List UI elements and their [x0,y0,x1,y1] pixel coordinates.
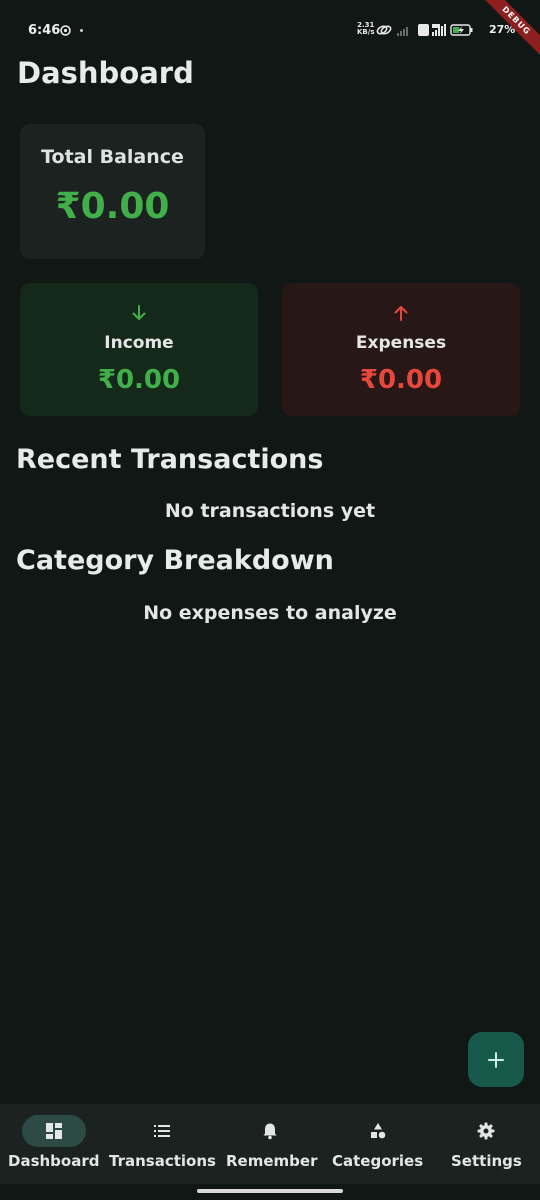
screen: 6:46 2.31 KB/s 27% DEBUG Dashboard Total… [0,0,540,1200]
nav-label-transactions: Transactions [109,1152,216,1170]
nav-item-transactions[interactable]: Transactions [108,1104,216,1184]
nav-label-categories: Categories [332,1152,424,1170]
total-balance-value: ₹0.00 [55,186,170,227]
status-time: 6:46 [28,23,61,38]
settings-status-icon [60,25,71,36]
recent-transactions-title: Recent Transactions [16,444,324,475]
signal-5g-icon [432,24,446,36]
expenses-card: Expenses ₹0.00 [282,283,520,416]
signal-weak-icon [397,27,408,36]
nav-label-remember: Remember [226,1152,318,1170]
nav-item-dashboard[interactable]: Dashboard [0,1104,108,1184]
bell-icon [263,1123,277,1140]
income-value: ₹0.00 [97,365,181,395]
nav-label-settings: Settings [451,1152,522,1170]
expenses-value: ₹0.00 [359,365,443,395]
arrow-down-icon [132,305,146,320]
bottom-navigation: Dashboard Transactions Remember Categori… [0,1104,540,1184]
income-card: Income ₹0.00 [20,283,258,416]
nav-label-dashboard: Dashboard [8,1152,100,1170]
category-breakdown-empty: No expenses to analyze [143,602,397,624]
dashboard-icon [46,1123,62,1139]
expenses-label: Expenses [355,333,447,353]
nav-item-settings[interactable]: Settings [432,1104,540,1184]
page-title: Dashboard [17,56,194,90]
home-indicator [197,1189,343,1193]
status-icons [376,24,473,36]
shapes-icon [371,1123,386,1139]
network-speed: 2.31 KB/s [357,22,374,36]
status-bar: 6:46 2.31 KB/s 27% DEBUG [0,0,540,62]
income-label: Income [104,333,174,353]
nav-item-remember[interactable]: Remember [216,1104,324,1184]
total-balance-card: Total Balance ₹0.00 [20,124,205,259]
recent-transactions-empty: No transactions yet [164,500,376,522]
notification-dot [80,29,83,32]
nav-item-categories[interactable]: Categories [324,1104,432,1184]
network-speed-unit: KB/s [357,28,375,36]
gear-icon [477,1122,495,1140]
debug-banner: DEBUG [480,0,540,60]
category-breakdown-title: Category Breakdown [16,545,334,576]
battery-icon [450,24,473,36]
debug-banner-label: DEBUG [480,0,540,60]
list-icon [154,1125,170,1137]
volte-icon [418,24,429,36]
arrow-up-icon [394,306,408,321]
add-transaction-button[interactable] [468,1032,524,1087]
total-balance-label: Total Balance [41,146,184,168]
link-icon [376,25,392,35]
plus-icon [488,1051,504,1068]
